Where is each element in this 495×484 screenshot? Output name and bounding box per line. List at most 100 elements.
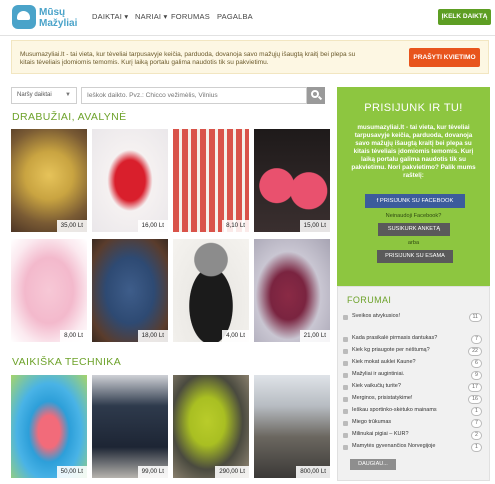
- login-existing-button[interactable]: PRISIJUNK SU ESAMA: [377, 250, 453, 263]
- forum-bullet-icon: [343, 349, 348, 354]
- forum-count: 11: [468, 313, 482, 322]
- section-title-clothes: DRABUŽIAI, AVALYNĖ: [12, 111, 127, 123]
- item-tile[interactable]: 800,00 Lt: [254, 375, 330, 478]
- forum-item[interactable]: Kiek vaikučių turite? 17: [341, 382, 485, 393]
- forum-item[interactable]: Kiek kg priaugote per nėštumą? 22: [341, 346, 485, 357]
- category-select[interactable]: Naršy daiktai ▼: [11, 87, 77, 104]
- forum-item[interactable]: Miego trūkumas 7: [341, 418, 485, 429]
- signup-title: PRISIJUNK IR TU!: [364, 102, 463, 114]
- more-forums-button[interactable]: DAUGIAU...: [350, 459, 396, 470]
- nav-nariai[interactable]: NARIAI ▾: [135, 12, 167, 21]
- item-price: 8,10 Lt: [222, 220, 249, 232]
- forum-bullet-icon: [343, 373, 348, 378]
- forum-bullet-icon: [343, 337, 348, 342]
- item-price: 16,00 Lt: [137, 220, 168, 232]
- item-tile[interactable]: 99,00 Lt: [92, 375, 168, 478]
- stroller-icon: [12, 5, 36, 29]
- item-photo: [254, 129, 330, 232]
- search-bar: Naršy daiktai ▼: [11, 87, 325, 104]
- forum-item[interactable]: Sveikos atvykusios! 11: [341, 312, 485, 323]
- forum-item[interactable]: Kada prasikalė pirmasis dantukas? 7: [341, 334, 485, 345]
- forum-item[interactable]: Merginos, prisistatykime! 16: [341, 394, 485, 405]
- item-price: 8,00 Lt: [60, 330, 87, 342]
- forum-bullet-icon: [343, 315, 348, 320]
- item-tile[interactable]: 50,00 Lt: [11, 375, 87, 478]
- item-price: 21,00 Lt: [299, 330, 330, 342]
- item-price: 290,00 Lt: [215, 466, 249, 478]
- item-photo: [173, 129, 249, 232]
- item-price: 15,00 Lt: [299, 220, 330, 232]
- item-price: 35,00 Lt: [56, 220, 87, 232]
- forum-count: 7: [471, 335, 482, 344]
- forum-panel: FORUMAI Sveikos atvykusios! 11 Kada prasi…: [337, 286, 490, 481]
- no-facebook-text: Neinaudoji Facebook?: [385, 213, 442, 219]
- or-text: arba: [407, 240, 420, 246]
- forum-item[interactable]: Mamytės gyvenančios Norvegijoje 1: [341, 442, 485, 453]
- item-price: 4,00 Lt: [222, 330, 249, 342]
- forum-count: 6: [471, 359, 482, 368]
- forum-item[interactable]: Ieškau sportinko-skėtuko mainams 1: [341, 406, 485, 417]
- item-photo: [173, 239, 249, 342]
- chevron-down-icon: ▼: [65, 92, 71, 98]
- item-photo: [11, 239, 87, 342]
- forum-bullet-icon: [343, 409, 348, 414]
- item-photo: [254, 239, 330, 342]
- item-tile[interactable]: 21,00 Lt: [254, 239, 330, 342]
- item-tile[interactable]: 15,00 Lt: [254, 129, 330, 232]
- item-tile[interactable]: 16,00 Lt: [92, 129, 168, 232]
- forum-item[interactable]: Kiek mokat auklei Kaune? 6: [341, 358, 485, 369]
- forum-count: 22: [468, 347, 482, 356]
- forum-count: 2: [471, 431, 482, 440]
- forum-bullet-icon: [343, 361, 348, 366]
- logo-text-line2: Mažyliai: [39, 18, 78, 29]
- item-tile[interactable]: 4,00 Lt: [173, 239, 249, 342]
- forum-count: 9: [471, 371, 482, 380]
- facebook-login-button[interactable]: f PRISIJUNK SU FACEBOOK: [365, 194, 465, 208]
- forum-item[interactable]: Milinukai pigiai – KUR? 2: [341, 430, 485, 441]
- item-tile[interactable]: 290,00 Lt: [173, 375, 249, 478]
- item-tile[interactable]: 8,10 Lt: [173, 129, 249, 232]
- forum-bullet-icon: [343, 445, 348, 450]
- item-price: 50,00 Lt: [56, 466, 87, 478]
- forum-bullet-icon: [343, 385, 348, 390]
- nav-forumas[interactable]: FORUMAS: [171, 12, 210, 21]
- logo-text-line1: Mūsų: [39, 7, 66, 18]
- forum-item[interactable]: Mažyliai ir augintiniai. 9: [341, 370, 485, 381]
- forum-count: 7: [471, 419, 482, 428]
- nav-daiktai[interactable]: DAIKTAI ▾: [92, 12, 128, 21]
- item-tile[interactable]: 35,00 Lt: [11, 129, 87, 232]
- forum-count: 1: [471, 407, 482, 416]
- promo-banner: Musumazyliai.lt - tai vieta, kur tėvelia…: [11, 40, 489, 74]
- item-photo: [92, 375, 168, 478]
- request-invite-button[interactable]: PRAŠYTI KVIETIMO: [409, 48, 480, 67]
- item-tile[interactable]: 18,00 Lt: [92, 239, 168, 342]
- promo-text: Musumazyliai.lt - tai vieta, kur tėvelia…: [20, 51, 356, 66]
- item-photo: [254, 375, 330, 478]
- signup-panel: PRISIJUNK IR TU! musumazyliai.lt - tai v…: [337, 87, 490, 286]
- item-price: 18,00 Lt: [137, 330, 168, 342]
- forum-bullet-icon: [343, 421, 348, 426]
- top-bar: Mūsų Mažyliai DAIKTAI ▾ NARIAI ▾ FORUMAS…: [0, 0, 495, 36]
- item-photo: [11, 375, 87, 478]
- site-logo[interactable]: Mūsų Mažyliai: [12, 4, 82, 32]
- upload-item-button[interactable]: ĮKELK DAIKTĄ: [438, 9, 491, 25]
- forum-bullet-icon: [343, 433, 348, 438]
- create-profile-button[interactable]: SUSIKURK ANKETĄ: [378, 223, 450, 236]
- search-input[interactable]: [81, 87, 307, 104]
- forum-count: 17: [468, 383, 482, 392]
- section-title-tech: VAIKIŠKA TECHNIKA: [12, 356, 122, 368]
- item-photo: [92, 239, 168, 342]
- nav-pagalba[interactable]: PAGALBA: [217, 12, 253, 21]
- item-photo: [173, 375, 249, 478]
- forum-title: FORUMAI: [347, 295, 392, 305]
- item-price: 99,00 Lt: [137, 466, 168, 478]
- search-button[interactable]: [307, 87, 325, 104]
- forum-bullet-icon: [343, 397, 348, 402]
- forum-count: 1: [471, 443, 482, 452]
- item-photo: [92, 129, 168, 232]
- item-photo: [11, 129, 87, 232]
- forum-count: 16: [468, 395, 482, 404]
- item-tile[interactable]: 8,00 Lt: [11, 239, 87, 342]
- item-price: 800,00 Lt: [296, 466, 330, 478]
- signup-text: musumazyliai.lt - tai vieta, kur tėvelia…: [351, 124, 476, 179]
